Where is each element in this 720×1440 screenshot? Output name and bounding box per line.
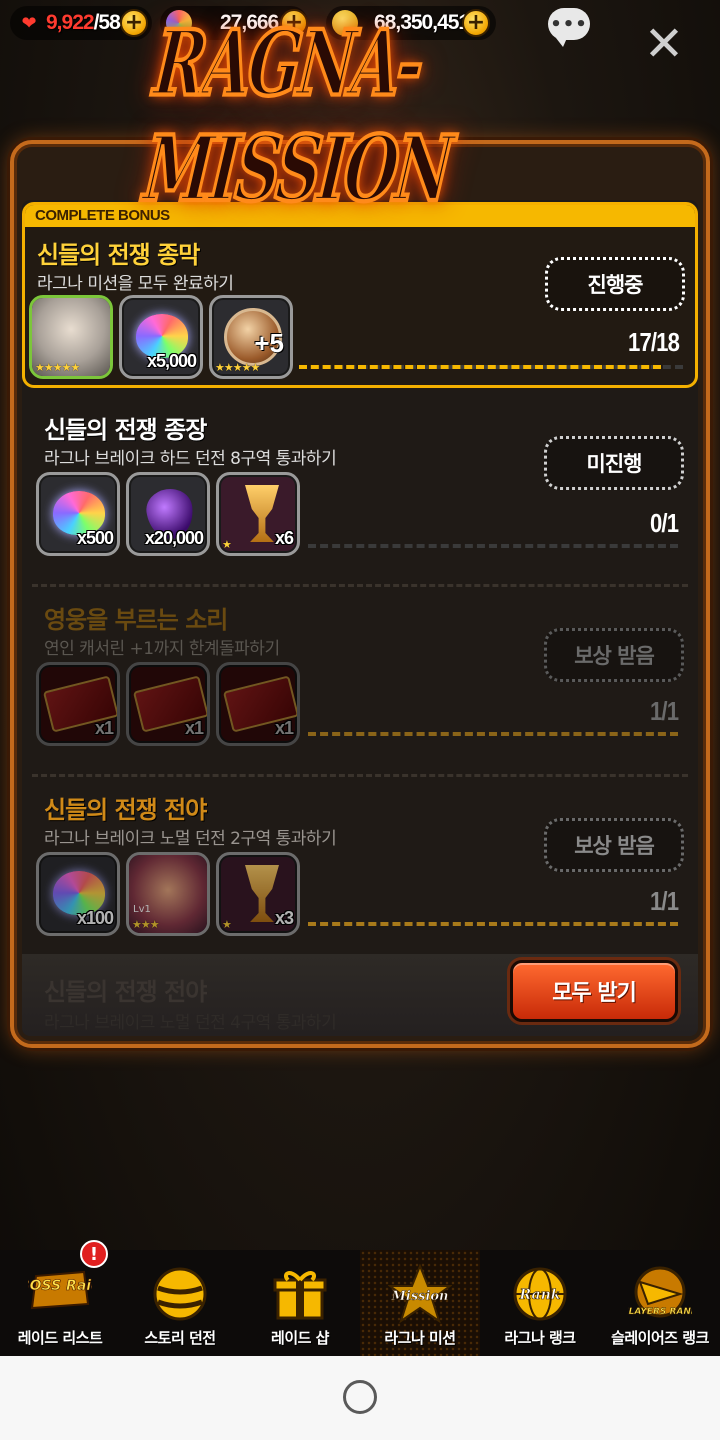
reward-trophy[interactable]: ★ x6 <box>216 472 300 556</box>
mission-panel: 신들의 전쟁 종장 라그나 브레이크 하드 던전 8구역 통과하기 x500 x… <box>10 140 710 1048</box>
trophy-icon <box>245 485 279 542</box>
bonus-title: 신들의 전쟁 종막 <box>37 241 200 269</box>
bonus-progress-fill <box>299 365 662 369</box>
rank-globe-icon: Rank <box>508 1262 572 1326</box>
mission-title-faded: 신들의 전쟁 전야 <box>44 978 207 1006</box>
mission-title: 신들의 전쟁 전야 <box>44 796 207 824</box>
stamina-current: 9,922 <box>46 11 95 34</box>
progress-bar <box>308 732 678 736</box>
reward-ticket[interactable]: x1 <box>36 662 120 746</box>
complete-bonus-card: COMPLETE BONUS 신들의 전쟁 종막 라그나 미션을 모두 완료하기… <box>22 202 698 388</box>
nav-item-ragna-rank[interactable]: Rank 라그나 랭크 <box>480 1250 600 1356</box>
close-button[interactable]: ✕ <box>640 20 688 70</box>
mission-description: 연인 캐서린 +1까지 한계돌파하기 <box>44 639 280 659</box>
reward-enhance-medal[interactable]: +5 ★★★★★ <box>209 295 293 379</box>
reward-list: x500 x20,000 ★ x6 <box>36 472 300 556</box>
progress-text: 0/1 <box>649 508 679 538</box>
bonus-status-button[interactable]: 진행중 <box>545 257 685 311</box>
nav-label: 레이드 리스트 <box>17 1329 103 1347</box>
nav-label: 슬레이어즈 랭크 <box>611 1329 709 1347</box>
nav-item-raid-list[interactable]: BOSS Raid ! 레이드 리스트 <box>0 1240 120 1356</box>
gift-box-icon <box>268 1262 332 1326</box>
mission-star-icon: Mission <box>388 1262 452 1326</box>
progress-text: 1/1 <box>649 696 679 726</box>
mission-item: 영웅을 부르는 소리 연인 캐서린 +1까지 한계돌파하기 x1 x1 x1 보… <box>22 586 698 774</box>
progress-fill <box>308 732 678 736</box>
bonus-reward-list: ★★★★★ x5,000 +5 ★★★★★ <box>29 295 293 379</box>
nav-item-story-dungeon[interactable]: 스토리 던전 <box>120 1250 240 1356</box>
progress-bar <box>308 922 678 926</box>
reward-list: x1 x1 x1 <box>36 662 300 746</box>
mission-item: 신들의 전쟁 종장 라그나 브레이크 하드 던전 8구역 통과하기 x500 x… <box>22 396 698 574</box>
progress-fill <box>308 922 678 926</box>
nav-label: 레이드 샵 <box>271 1329 329 1347</box>
bonus-description: 라그나 미션을 모두 완료하기 <box>37 274 234 294</box>
reward-hero-portrait[interactable]: Lv1 ★★★ <box>126 852 210 936</box>
mission-title: 영웅을 부르는 소리 <box>44 606 228 634</box>
svg-text:Rank: Rank <box>519 1287 561 1303</box>
nav-item-raid-shop[interactable]: 레이드 샵 <box>240 1250 360 1356</box>
reward-rainbow-gem[interactable]: x500 <box>36 472 120 556</box>
svg-text:BOSS Raid: BOSS Raid <box>28 1278 92 1294</box>
reward-hero-portrait[interactable]: ★★★★★ <box>29 295 113 379</box>
bottom-nav: BOSS Raid ! 레이드 리스트 스토리 던전 레이드 샵 <box>0 1240 720 1356</box>
nav-label: 라그나 랭크 <box>504 1329 576 1347</box>
trophy-icon <box>245 865 279 922</box>
nav-item-ragna-mission[interactable]: Mission 라그나 미션 <box>360 1250 480 1356</box>
reward-ticket[interactable]: x1 <box>216 662 300 746</box>
mission-status-button[interactable]: 보상 받음 <box>544 818 684 872</box>
story-orb-icon <box>148 1262 212 1326</box>
home-button[interactable] <box>343 1380 377 1414</box>
heart-icon: ❤ <box>21 12 37 34</box>
add-stamina-button[interactable]: + <box>120 9 148 37</box>
mission-title: 신들의 전쟁 종장 <box>44 416 207 444</box>
progress-text: 1/1 <box>649 886 679 916</box>
slayers-rank-icon: SLAYERS RANK <box>628 1262 692 1326</box>
svg-text:SLAYERS RANK: SLAYERS RANK <box>628 1307 692 1317</box>
boss-raid-icon: BOSS Raid <box>28 1262 92 1326</box>
reward-list: x100 Lv1 ★★★ ★ x3 <box>36 852 300 936</box>
reward-rainbow-gem[interactable]: x100 <box>36 852 120 936</box>
system-navigation-bar <box>0 1356 720 1440</box>
logo-text: RAGNA-MISSION <box>138 8 456 223</box>
bonus-progress-text: 17/18 <box>627 327 680 357</box>
progress-bar <box>308 544 678 548</box>
mission-description-faded: 라그나 브레이크 노멀 던전 4구역 통과하기 <box>44 1013 337 1033</box>
close-icon: ✕ <box>643 16 685 72</box>
nav-label: 라그나 미션 <box>384 1329 456 1347</box>
mission-description: 라그나 브레이크 노멀 던전 2구역 통과하기 <box>44 829 337 849</box>
reward-rainbow-gem[interactable]: x5,000 <box>119 295 203 379</box>
ragna-mission-logo: RAGNA-MISSION <box>138 8 570 223</box>
reward-trophy[interactable]: ★ x3 <box>216 852 300 936</box>
mission-description: 라그나 브레이크 하드 던전 8구역 통과하기 <box>44 449 337 469</box>
claim-all-button[interactable]: 모두 받기 <box>510 960 678 1022</box>
nav-item-slayers-rank[interactable]: SLAYERS RANK 슬레이어즈 랭크 <box>600 1250 720 1356</box>
mission-status-button[interactable]: 미진행 <box>544 436 684 490</box>
reward-ticket[interactable]: x1 <box>126 662 210 746</box>
reward-dark-heart[interactable]: x20,000 <box>126 472 210 556</box>
bonus-progress-bar <box>299 365 683 369</box>
mission-item: 신들의 전쟁 전야 라그나 브레이크 노멀 던전 2구역 통과하기 x100 L… <box>22 776 698 966</box>
mission-status-button[interactable]: 보상 받음 <box>544 628 684 682</box>
svg-text:Mission: Mission <box>390 1289 448 1304</box>
nav-label: 스토리 던전 <box>144 1329 216 1347</box>
alert-badge: ! <box>80 1240 108 1268</box>
